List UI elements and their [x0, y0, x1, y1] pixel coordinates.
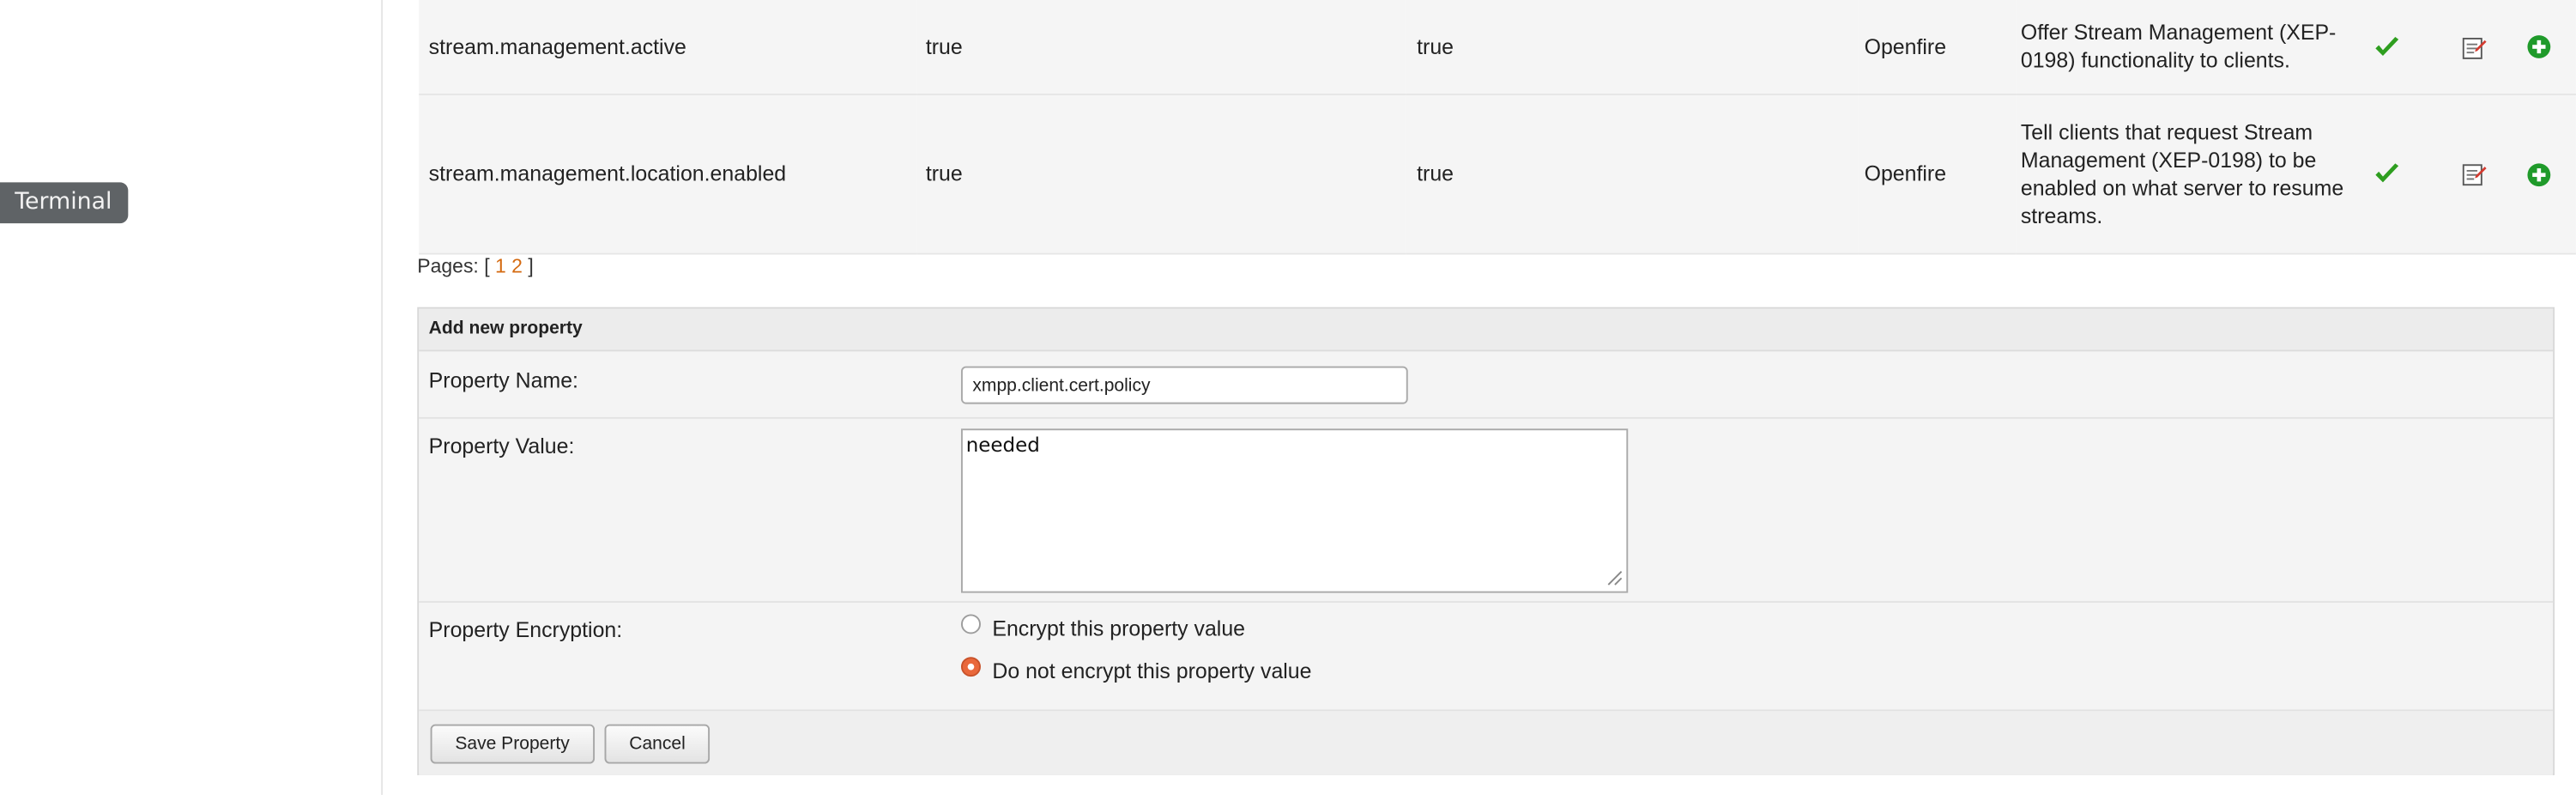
main-content: stream.management.active true true Openf…	[383, 0, 2576, 795]
property-encryption-label: Property Encryption:	[428, 617, 623, 642]
form-actions: Save Property Cancel	[419, 711, 2554, 775]
property-name-row: Property Name:	[419, 351, 2554, 419]
screen: Terminal stream.management.active true t…	[0, 0, 2576, 795]
property-encryption-row: Property Encryption: Encrypt this proper…	[419, 603, 2554, 712]
property-name-input[interactable]	[960, 366, 1408, 404]
add-property-form: Add new property Property Name: Property…	[417, 306, 2555, 775]
edit-icon[interactable]	[2461, 161, 2488, 187]
status-cell	[2353, 0, 2422, 94]
add-cell[interactable]	[2526, 94, 2576, 254]
property-name-label: Property Name:	[428, 367, 578, 393]
property-value-cell: true	[916, 94, 1407, 254]
property-name-cell: stream.management.active	[419, 0, 916, 94]
checkmark-icon	[2376, 37, 2399, 57]
edit-cell[interactable]	[2422, 94, 2527, 254]
edit-cell[interactable]	[2422, 0, 2527, 94]
left-gutter: Terminal	[0, 0, 384, 795]
property-value-label: Property Value:	[428, 434, 575, 458]
table-row: stream.management.location.enabled true …	[419, 94, 2576, 254]
property-value-row: Property Value: needed	[419, 418, 2554, 604]
add-icon[interactable]	[2527, 35, 2552, 60]
pagination-suffix: ]	[528, 254, 534, 278]
properties-table: stream.management.active true true Openf…	[419, 0, 2576, 254]
no-encrypt-option-label[interactable]: Do not encrypt this property value	[992, 658, 1311, 683]
pagination: Pages: [ 1 2 ]	[417, 255, 534, 278]
property-name-cell: stream.management.location.enabled	[419, 94, 916, 254]
property-default-cell: true	[1406, 94, 1858, 254]
property-value-textarea[interactable]: needed	[960, 428, 1629, 593]
cancel-button[interactable]: Cancel	[604, 724, 711, 764]
encrypt-radio[interactable]	[960, 614, 981, 634]
status-cell	[2353, 94, 2422, 254]
property-value-cell: true	[916, 0, 1407, 94]
property-source-cell: Openfire	[1857, 0, 2017, 94]
property-description-cell: Tell clients that request Stream Managem…	[2016, 94, 2354, 254]
add-cell[interactable]	[2526, 0, 2576, 94]
property-description-cell: Offer Stream Management (XEP-0198) funct…	[2016, 0, 2354, 94]
form-title: Add new property	[419, 308, 2554, 352]
page-link-2[interactable]: 2	[511, 255, 523, 278]
checkmark-icon	[2376, 163, 2399, 183]
no-encrypt-radio[interactable]	[960, 657, 981, 677]
save-property-button[interactable]: Save Property	[430, 724, 595, 764]
pagination-prefix: Pages: [	[417, 254, 490, 278]
terminal-tooltip: Terminal	[0, 182, 129, 224]
edit-icon[interactable]	[2461, 33, 2488, 60]
page-link-1[interactable]: 1	[495, 255, 506, 278]
resize-grip-icon[interactable]	[1604, 567, 1624, 586]
table-row: stream.management.active true true Openf…	[419, 0, 2576, 94]
property-source-cell: Openfire	[1857, 94, 2017, 254]
add-icon[interactable]	[2527, 161, 2552, 186]
property-default-cell: true	[1406, 0, 1858, 94]
encrypt-option-label[interactable]: Encrypt this property value	[992, 616, 1245, 640]
